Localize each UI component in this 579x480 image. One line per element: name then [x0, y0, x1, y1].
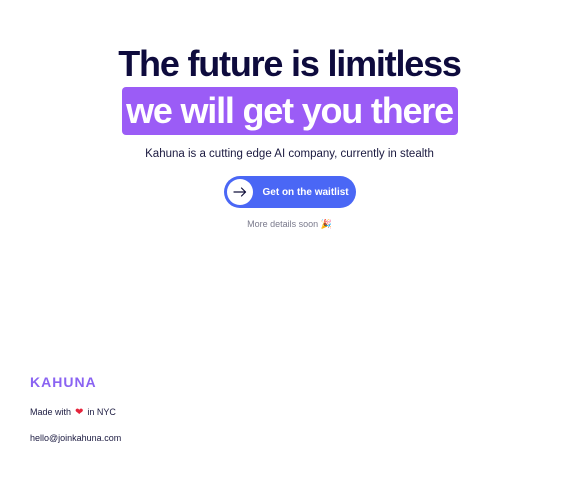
- cta-wrapper: Get on the waitlist: [0, 176, 579, 208]
- waitlist-button[interactable]: Get on the waitlist: [223, 176, 356, 208]
- party-popper-icon: 🎉: [320, 219, 332, 229]
- heart-icon: ❤: [75, 406, 84, 418]
- details-note: More details soon 🎉: [0, 219, 579, 230]
- tagline: Kahuna is a cutting edge AI company, cur…: [145, 148, 434, 160]
- landing-page: The future is limitless we will get you …: [0, 0, 579, 480]
- footer: KAHUNA Made with ❤ in NYC hello@joinkahu…: [30, 374, 121, 443]
- waitlist-button-label: Get on the waitlist: [262, 186, 349, 198]
- hero-section: The future is limitless we will get you …: [0, 44, 579, 230]
- made-with-suffix: in NYC: [87, 407, 116, 417]
- made-with-line: Made with ❤ in NYC: [30, 407, 121, 417]
- contact-email-link[interactable]: hello@joinkahuna.com: [30, 433, 121, 443]
- arrow-right-icon: [226, 179, 253, 205]
- highlighted-subheadline: we will get you there: [121, 87, 458, 135]
- details-text: More details soon: [247, 219, 319, 229]
- highlight-wrapper: we will get you there: [0, 87, 579, 135]
- headline: The future is limitless: [118, 43, 462, 84]
- brand-logo[interactable]: KAHUNA: [30, 374, 121, 390]
- made-with-prefix: Made with: [30, 407, 72, 417]
